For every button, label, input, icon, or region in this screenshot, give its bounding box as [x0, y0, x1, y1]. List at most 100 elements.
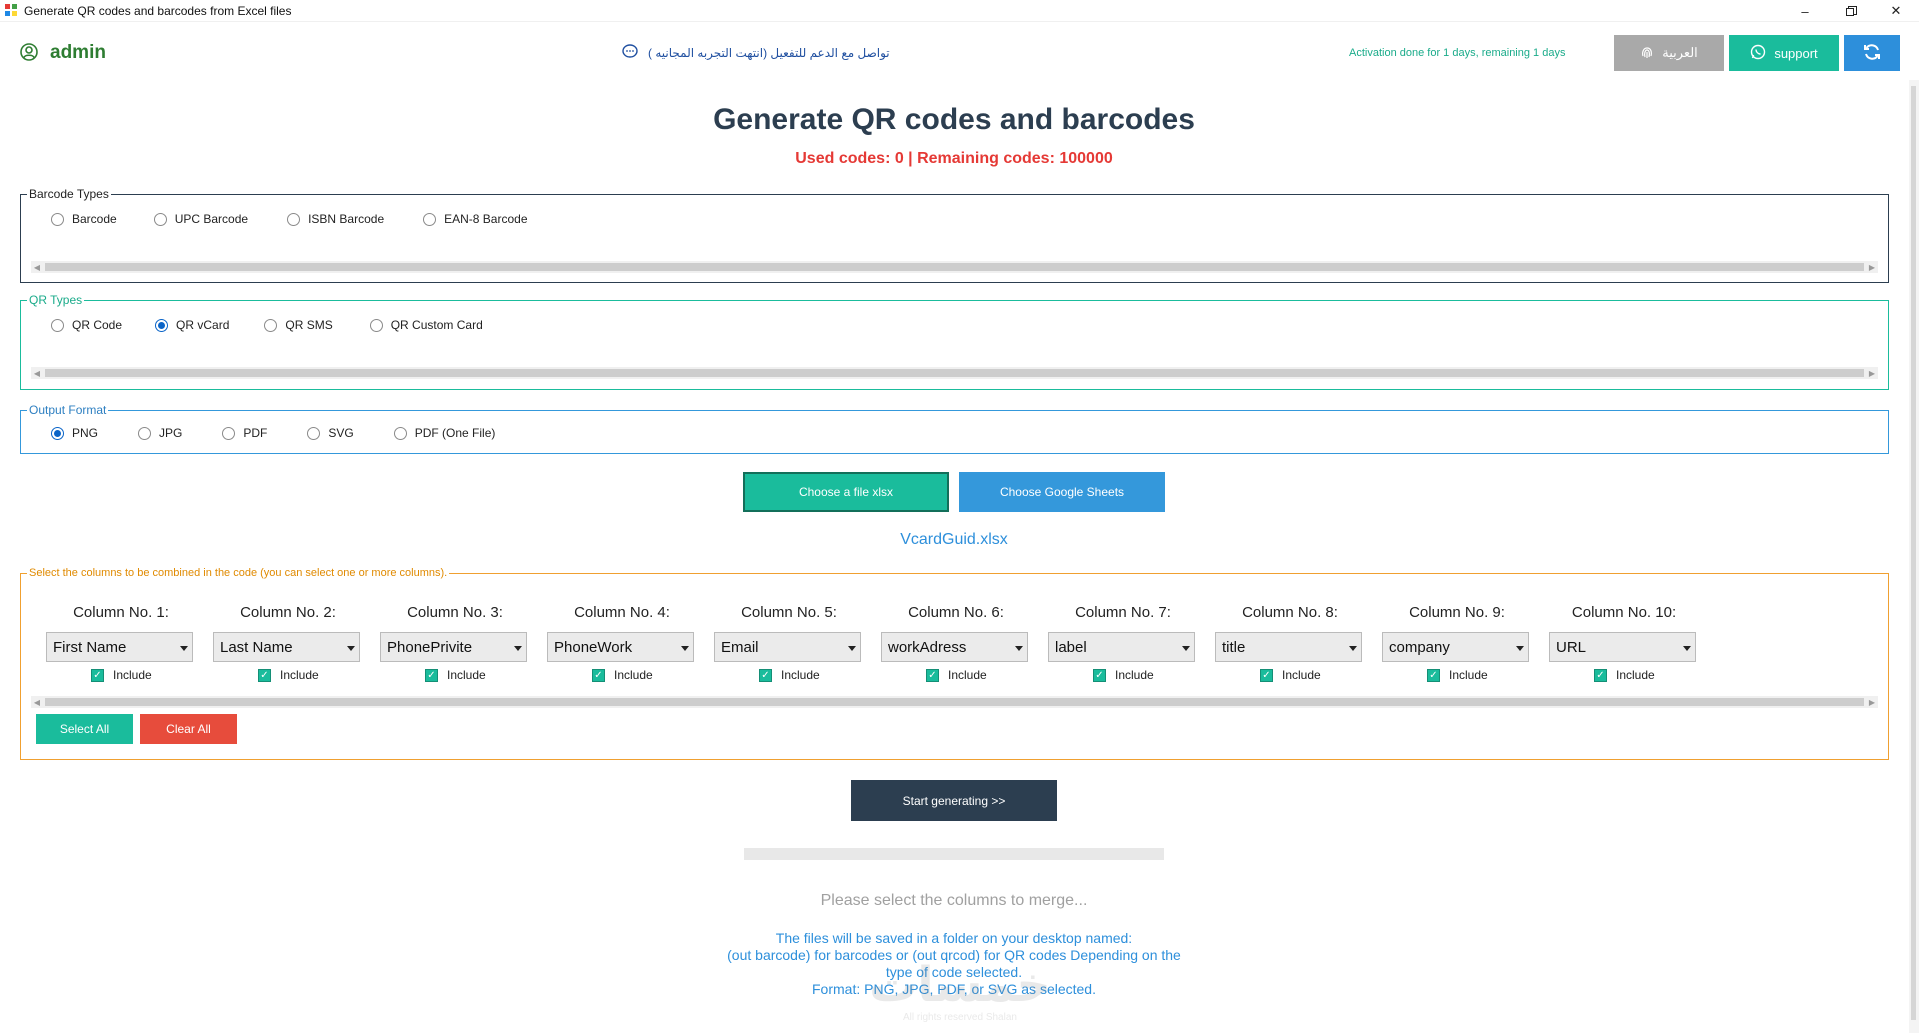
support-button[interactable]: support — [1729, 35, 1839, 71]
column-slot-9: Column No. 9: company ✓ Include — [1382, 604, 1532, 682]
column-slot-6: Column No. 6: workAdress ✓ Include — [881, 604, 1031, 682]
checkbox-checked-icon: ✓ — [1260, 668, 1273, 682]
language-button[interactable]: العربية — [1614, 35, 1724, 71]
include-checkbox-6[interactable]: ✓ Include — [926, 668, 987, 682]
scrollbar-thumb[interactable] — [45, 369, 1864, 377]
column-select-5[interactable]: Email — [714, 632, 861, 662]
watermark: خمسات All rights reserved Shalan — [840, 960, 1080, 1030]
column-slot-1: Column No. 1: First Name ✓ Include — [46, 604, 196, 682]
column-select-10[interactable]: URL — [1549, 632, 1696, 662]
scroll-right-icon[interactable]: ▶ — [1866, 696, 1878, 708]
column-select-8[interactable]: title — [1215, 632, 1362, 662]
radio-ean8-barcode[interactable]: EAN-8 Barcode — [423, 212, 528, 226]
radio-label: EAN-8 Barcode — [444, 212, 528, 226]
include-checkbox-1[interactable]: ✓ Include — [91, 668, 152, 682]
column-select-4[interactable]: PhoneWork — [547, 632, 694, 662]
radio-upc-barcode[interactable]: UPC Barcode — [153, 212, 248, 226]
start-generating-button[interactable]: Start generating >> — [851, 780, 1057, 821]
radio-indicator-selected — [155, 318, 169, 332]
radio-indicator — [51, 212, 64, 226]
radio-qr-code[interactable]: QR Code — [51, 318, 122, 332]
column-select-value: company — [1389, 639, 1450, 656]
scrollbar-thumb[interactable] — [45, 698, 1864, 706]
watermark-logo: خمسات — [869, 959, 1051, 1012]
column-slot-8: Column No. 8: title ✓ Include — [1215, 604, 1365, 682]
radio-pdf-one-file[interactable]: PDF (One File) — [393, 426, 496, 440]
include-label: Include — [948, 668, 987, 682]
chevron-down-icon — [1015, 646, 1023, 651]
chevron-down-icon — [1683, 646, 1691, 651]
checkbox-checked-icon: ✓ — [592, 668, 605, 682]
radio-png[interactable]: PNG — [51, 426, 98, 440]
refresh-icon — [1862, 42, 1882, 65]
radio-label: Barcode — [72, 212, 117, 226]
include-label: Include — [280, 668, 319, 682]
column-select-2[interactable]: Last Name — [213, 632, 360, 662]
barcode-types-scrollbar[interactable]: ◀ ▶ — [31, 261, 1878, 273]
radio-qr-vcard[interactable]: QR vCard — [155, 318, 229, 332]
radio-jpg[interactable]: JPG — [138, 426, 182, 440]
checkbox-checked-icon: ✓ — [258, 668, 271, 682]
checkbox-checked-icon: ✓ — [1093, 668, 1106, 682]
radio-label: QR Custom Card — [390, 318, 483, 332]
window-titlebar: Generate QR codes and barcodes from Exce… — [0, 0, 1919, 22]
scrollbar-thumb[interactable] — [1911, 86, 1916, 1020]
qr-types-scrollbar[interactable]: ◀ ▶ — [31, 367, 1878, 379]
radio-isbn-barcode[interactable]: ISBN Barcode — [287, 212, 384, 226]
choose-google-sheets-button[interactable]: Choose Google Sheets — [959, 472, 1165, 512]
scroll-right-icon[interactable]: ▶ — [1866, 261, 1878, 273]
radio-qr-custom-card[interactable]: QR Custom Card — [369, 318, 483, 332]
close-icon[interactable]: ✕ — [1873, 0, 1919, 22]
clear-all-button[interactable]: Clear All — [140, 714, 237, 744]
support-message[interactable]: تواصل مع الدعم للتفعيل (انتهت التجربه ال… — [622, 44, 890, 62]
column-select-1[interactable]: First Name — [46, 632, 193, 662]
column-select-7[interactable]: label — [1048, 632, 1195, 662]
refresh-button[interactable] — [1844, 35, 1900, 71]
scroll-right-icon[interactable]: ▶ — [1866, 367, 1878, 379]
barcode-types-group: Barcode Types Barcode UPC Barcode ISBN B… — [20, 187, 1889, 283]
include-checkbox-8[interactable]: ✓ Include — [1260, 668, 1321, 682]
radio-label: SVG — [328, 426, 354, 440]
include-checkbox-7[interactable]: ✓ Include — [1093, 668, 1154, 682]
radio-indicator — [264, 318, 278, 332]
checkbox-checked-icon: ✓ — [1594, 668, 1607, 682]
page-scrollbar[interactable] — [1909, 80, 1919, 1033]
include-checkbox-2[interactable]: ✓ Include — [258, 668, 319, 682]
include-checkbox-9[interactable]: ✓ Include — [1427, 668, 1488, 682]
choose-xlsx-button[interactable]: Choose a file xlsx — [743, 472, 949, 512]
chevron-down-icon — [1349, 646, 1357, 651]
include-checkbox-3[interactable]: ✓ Include — [425, 668, 486, 682]
include-checkbox-4[interactable]: ✓ Include — [592, 668, 653, 682]
scroll-left-icon[interactable]: ◀ — [31, 696, 43, 708]
columns-scrollbar[interactable]: ◀ ▶ — [31, 696, 1878, 708]
app-icon — [5, 4, 19, 18]
column-select-9[interactable]: company — [1382, 632, 1529, 662]
checkbox-checked-icon: ✓ — [91, 668, 104, 682]
scroll-left-icon[interactable]: ◀ — [31, 367, 43, 379]
radio-label: JPG — [159, 426, 183, 440]
include-checkbox-5[interactable]: ✓ Include — [759, 668, 820, 682]
include-label: Include — [1282, 668, 1321, 682]
radio-svg[interactable]: SVG — [307, 426, 354, 440]
radio-pdf[interactable]: PDF — [222, 426, 267, 440]
select-all-button[interactable]: Select All — [36, 714, 133, 744]
include-checkbox-10[interactable]: ✓ Include — [1594, 668, 1655, 682]
column-slot-7: Column No. 7: label ✓ Include — [1048, 604, 1198, 682]
radio-qr-sms[interactable]: QR SMS — [264, 318, 333, 332]
radio-label: PDF — [243, 426, 268, 440]
radio-barcode[interactable]: Barcode — [51, 212, 117, 226]
language-button-label: العربية — [1662, 45, 1698, 60]
radio-indicator — [153, 212, 167, 226]
minimize-icon[interactable]: – — [1782, 0, 1828, 22]
scrollbar-thumb[interactable] — [45, 263, 1864, 271]
restore-icon[interactable] — [1828, 0, 1874, 22]
column-select-6[interactable]: workAdress — [881, 632, 1028, 662]
scroll-left-icon[interactable]: ◀ — [31, 261, 43, 273]
column-select-3[interactable]: PhonePrivite — [380, 632, 527, 662]
radio-label: PNG — [72, 426, 99, 440]
column-select-value: workAdress — [888, 639, 967, 656]
chevron-down-icon — [848, 646, 856, 651]
radio-label: PDF (One File) — [414, 426, 496, 440]
radio-label: QR vCard — [176, 318, 230, 332]
support-button-label: support — [1774, 45, 1818, 61]
